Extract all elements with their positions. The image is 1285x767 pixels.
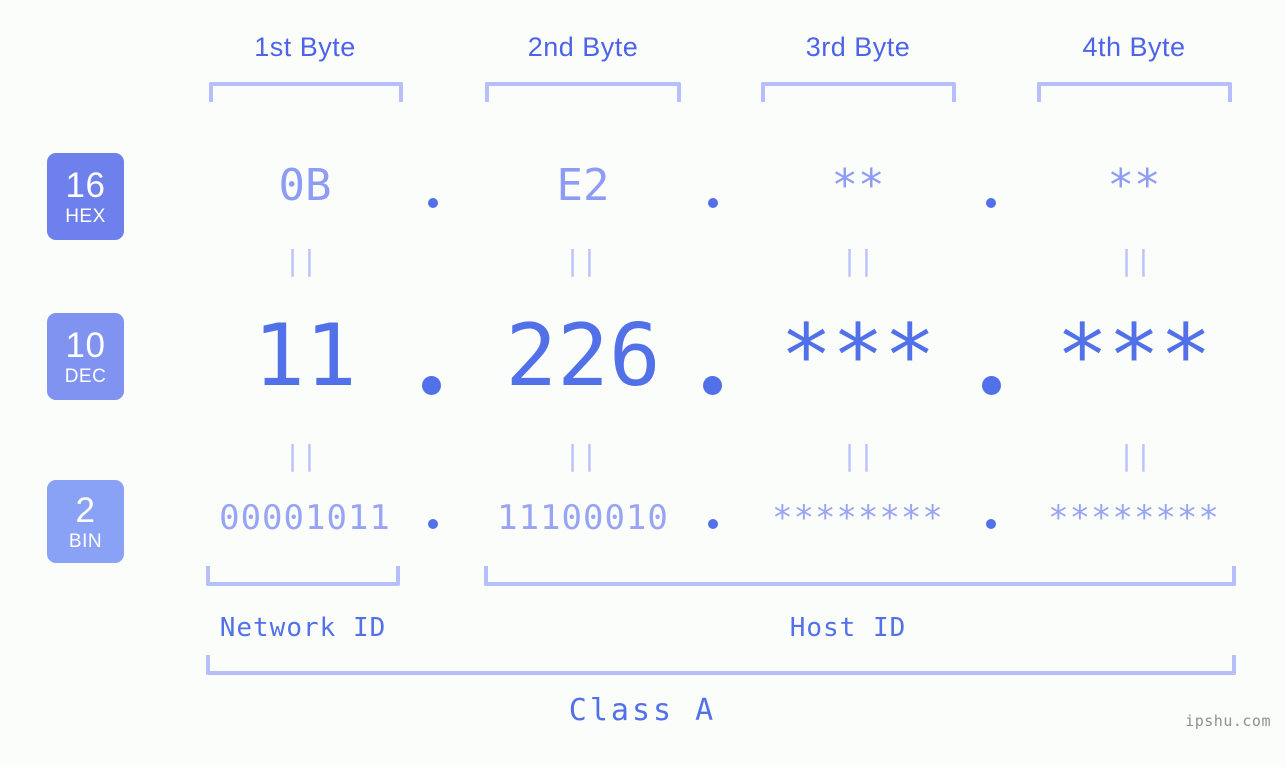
byte-bracket-1 [209, 82, 403, 102]
dec-dot-2 [703, 376, 722, 395]
dec-byte-1: 11 [253, 306, 357, 406]
base-badge-dec-number: 10 [65, 325, 106, 365]
dec-dot-3 [982, 376, 1001, 395]
host-id-label: Host ID [789, 613, 907, 643]
base-badge-dec-name: DEC [64, 365, 107, 387]
base-badge-bin-number: 2 [75, 490, 96, 530]
class-label: Class A [568, 693, 717, 728]
hex-dot-2 [708, 198, 718, 208]
base-badge-dec: 10 DEC [47, 313, 124, 400]
base-badge-hex-number: 16 [65, 165, 106, 205]
hex-byte-4: ** [1107, 160, 1161, 211]
bin-byte-2: 11100010 [497, 498, 669, 538]
hex-byte-1: 0B [278, 160, 332, 211]
byte-header-4: 4th Byte [1082, 32, 1186, 62]
byte-header-2: 2nd Byte [527, 32, 639, 62]
byte-header-3: 3rd Byte [805, 32, 911, 62]
hex-byte-2: E2 [556, 160, 610, 211]
hex-dot-3 [986, 198, 996, 208]
base-badge-bin: 2 BIN [47, 480, 124, 563]
equality-mark-hexdec-4: || [1118, 244, 1152, 277]
dec-byte-4: *** [1056, 306, 1212, 406]
byte-bracket-4 [1037, 82, 1232, 102]
bin-byte-3: ******** [772, 498, 944, 538]
dec-dot-1 [422, 376, 441, 395]
hex-dot-1 [428, 198, 438, 208]
equality-mark-decbin-3: || [841, 439, 875, 472]
bin-dot-1 [428, 519, 438, 529]
base-badge-bin-name: BIN [68, 530, 103, 552]
network-id-label: Network ID [219, 613, 387, 643]
hex-byte-3: ** [831, 160, 885, 211]
host-id-bracket [484, 566, 1236, 586]
dec-byte-3: *** [780, 306, 936, 406]
equality-mark-hexdec-2: || [564, 244, 598, 277]
base-badge-hex-name: HEX [65, 205, 106, 227]
equality-mark-decbin-4: || [1118, 439, 1152, 472]
equality-mark-decbin-1: || [284, 439, 318, 472]
site-watermark: ipshu.com [1185, 712, 1271, 730]
equality-mark-decbin-2: || [564, 439, 598, 472]
byte-header-1: 1st Byte [254, 32, 356, 62]
byte-bracket-2 [485, 82, 681, 102]
dec-byte-2: 226 [505, 306, 661, 406]
bin-dot-3 [986, 519, 996, 529]
equality-mark-hexdec-3: || [841, 244, 875, 277]
bin-byte-4: ******** [1048, 498, 1220, 538]
network-id-bracket [206, 566, 400, 586]
bin-dot-2 [708, 519, 718, 529]
base-badge-hex: 16 HEX [47, 153, 124, 240]
byte-bracket-3 [761, 82, 956, 102]
bin-byte-1: 00001011 [219, 498, 391, 538]
equality-mark-hexdec-1: || [284, 244, 318, 277]
ip-address-breakdown-diagram: 1st Byte 2nd Byte 3rd Byte 4th Byte 16 H… [0, 0, 1285, 767]
class-bracket [206, 655, 1236, 675]
